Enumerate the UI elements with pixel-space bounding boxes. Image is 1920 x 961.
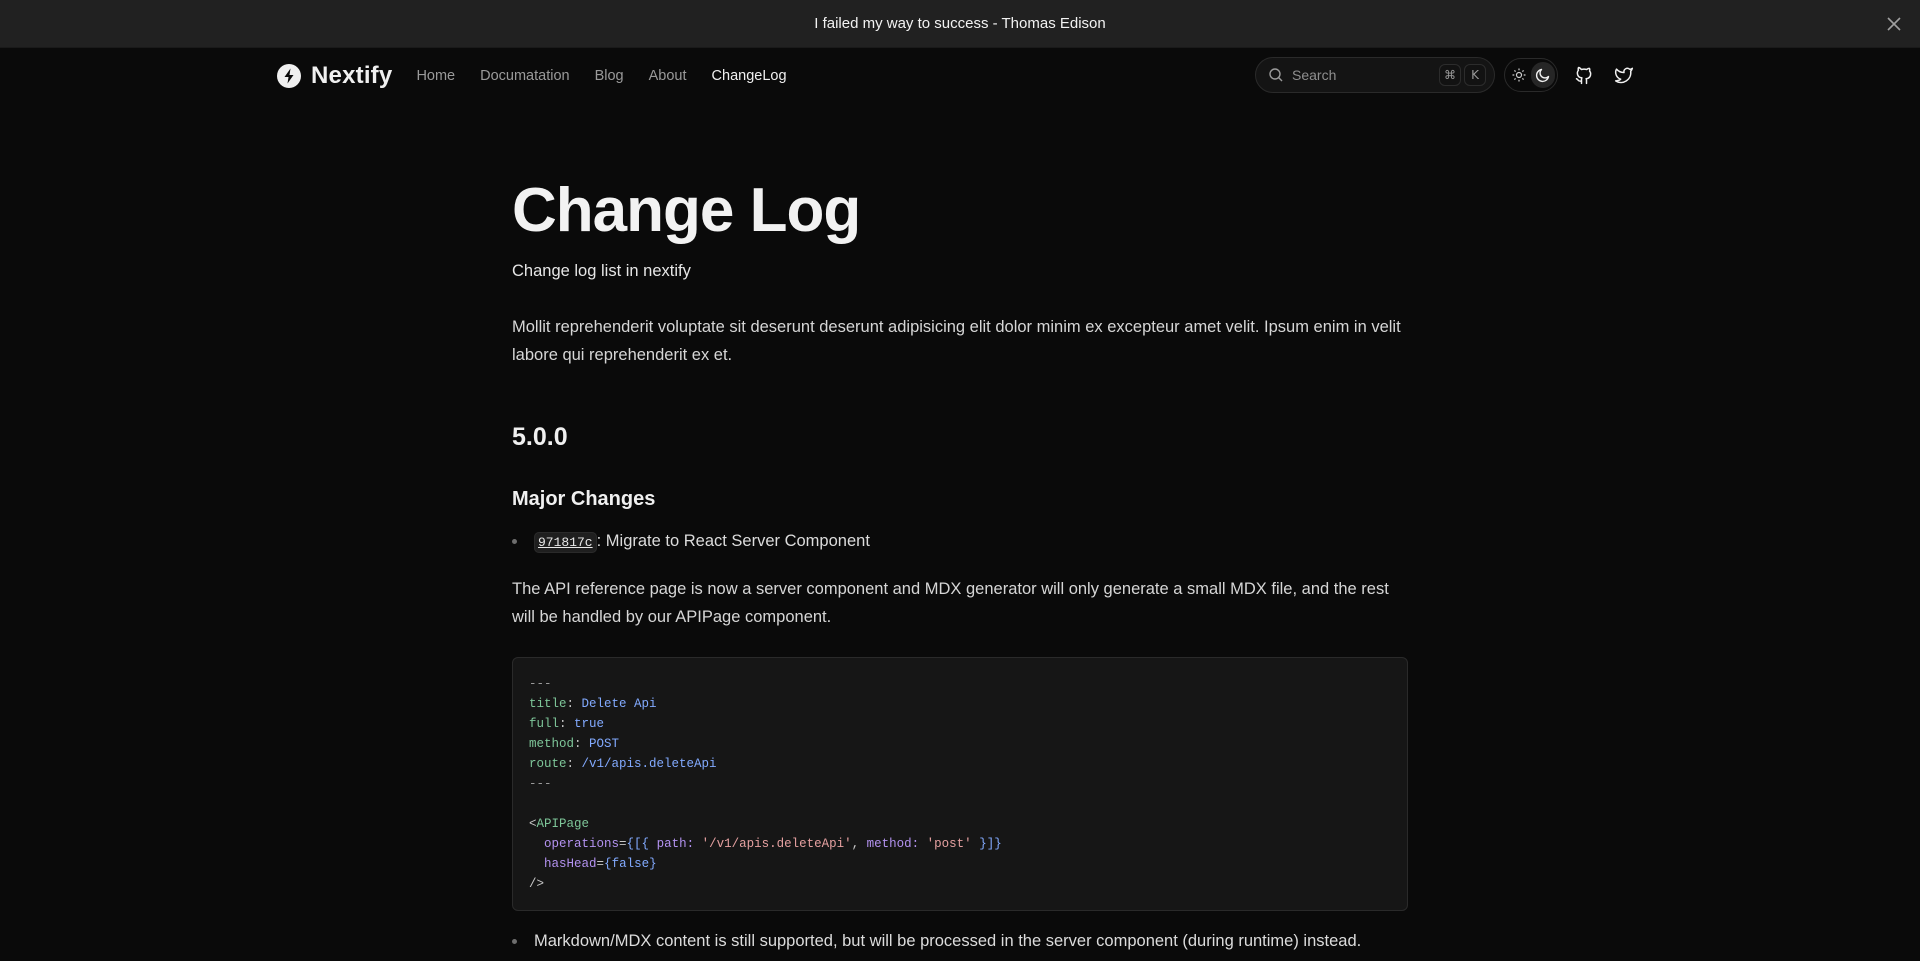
code-value: true: [574, 717, 605, 731]
nav-actions: Search ⌘ K: [1255, 57, 1638, 93]
github-link[interactable]: [1570, 61, 1598, 89]
nav-link-documentation[interactable]: Documatation: [480, 68, 569, 84]
search-button[interactable]: Search ⌘ K: [1255, 57, 1495, 93]
search-placeholder: Search: [1292, 67, 1337, 83]
list-item: 971817c: Migrate to React Server Compone…: [512, 529, 1408, 555]
code-key: method: [529, 737, 575, 751]
changes-list: 971817c: Migrate to React Server Compone…: [512, 529, 1408, 555]
code-attr: path:: [656, 837, 695, 851]
code-component: APIPage: [536, 817, 590, 831]
code-key: full: [529, 717, 560, 731]
shortcut-cmd-key: ⌘: [1439, 64, 1461, 86]
announcement-banner: I failed my way to success - Thomas Edis…: [0, 0, 1920, 48]
change-text: : Migrate to React Server Component: [596, 532, 870, 550]
list-item: Markdown/MDX content is still supported,…: [512, 929, 1408, 953]
nav-links: Home Documatation Blog About ChangeLog: [416, 68, 811, 84]
intro-paragraph: Mollit reprehenderit voluptate sit deser…: [512, 318, 1401, 364]
shortcut-k-key: K: [1464, 64, 1486, 86]
notes-list: Markdown/MDX content is still supported,…: [512, 929, 1408, 953]
brand-link[interactable]: Nextify: [277, 62, 392, 90]
light-theme-button[interactable]: [1507, 62, 1531, 88]
nav-link-home[interactable]: Home: [416, 68, 455, 84]
code-value: /v1/apis.deleteApi: [581, 757, 717, 771]
changelog-content: Change Log Change log list in nextify Mo…: [512, 104, 1408, 953]
banner-text: I failed my way to success - Thomas Edis…: [814, 15, 1106, 32]
search-icon: [1269, 68, 1283, 82]
banner-close-button[interactable]: [1884, 14, 1904, 34]
code-value: Delete Api: [581, 697, 657, 711]
code-value: POST: [589, 737, 620, 751]
code-value: false: [611, 857, 650, 871]
page-description: Change log list in nextify: [512, 262, 691, 280]
top-navbar: Nextify Home Documatation Blog About Cha…: [0, 48, 1920, 104]
section-heading-major-changes: Major Changes: [512, 488, 656, 510]
lightning-bolt-icon: [277, 64, 301, 88]
sun-icon: [1512, 68, 1526, 82]
brand-name: Nextify: [311, 62, 393, 89]
code-string: '/v1/apis.deleteApi': [701, 837, 852, 851]
code-attr: method:: [866, 837, 920, 851]
code-delim: ---: [529, 677, 552, 691]
code-attr: operations: [544, 837, 620, 851]
moon-icon: [1535, 68, 1550, 83]
code-block: --- title: Delete Api full: true method:…: [512, 657, 1408, 911]
theme-toggle: [1504, 58, 1558, 92]
explanation-paragraph: The API reference page is now a server c…: [512, 580, 1389, 626]
code-key: title: [529, 697, 567, 711]
nav-link-changelog[interactable]: ChangeLog: [712, 68, 787, 84]
code-attr: hasHead: [544, 857, 597, 871]
page-title: Change Log: [512, 176, 861, 245]
commit-hash-link[interactable]: 971817c: [534, 532, 597, 553]
nav-link-about[interactable]: About: [649, 68, 687, 84]
twitter-link[interactable]: [1610, 61, 1638, 89]
github-icon: [1575, 66, 1592, 85]
code-string: 'post': [926, 837, 972, 851]
close-icon: [1887, 17, 1901, 31]
nav-link-blog[interactable]: Blog: [595, 68, 624, 84]
code-key: route: [529, 757, 567, 771]
dark-theme-button[interactable]: [1531, 62, 1555, 88]
twitter-icon: [1614, 67, 1634, 84]
code-delim: ---: [529, 777, 552, 791]
version-heading: 5.0.0: [512, 423, 568, 451]
